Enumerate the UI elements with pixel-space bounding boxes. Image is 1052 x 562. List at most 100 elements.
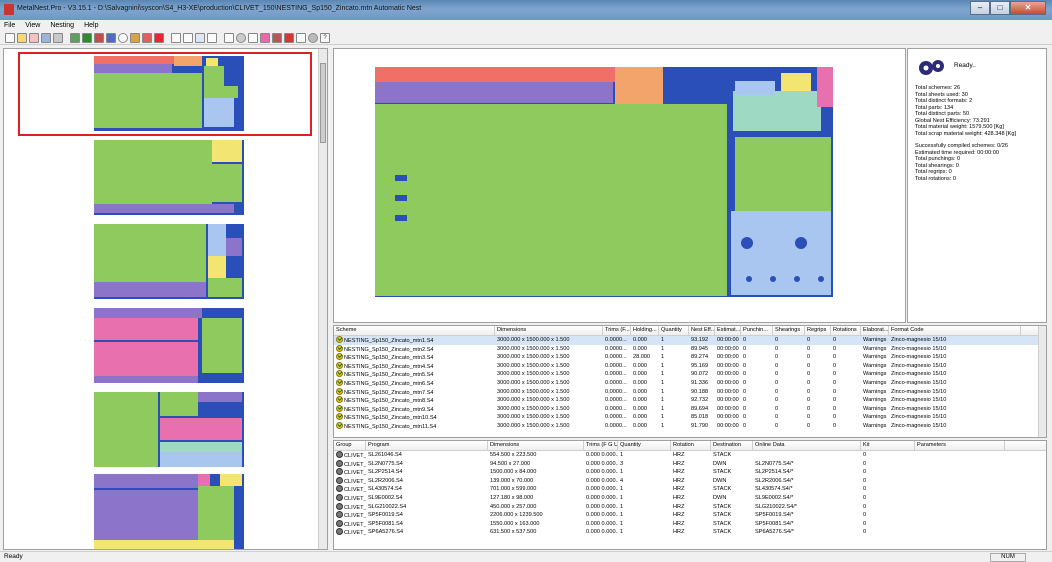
parts-table[interactable]: GroupProgramDimensionsTrims (F G U...Qua… — [333, 440, 1047, 550]
stop-icon[interactable] — [284, 33, 294, 43]
grid-red-icon[interactable] — [94, 33, 104, 43]
menu-help[interactable]: Help — [84, 20, 98, 32]
column-header[interactable]: Rotations — [831, 326, 861, 335]
schemes-thumbnail-list[interactable] — [3, 48, 328, 550]
pencil-icon[interactable] — [29, 33, 39, 43]
column-header[interactable]: Online Data — [753, 441, 861, 450]
table-row[interactable]: CLIVET_1...SL430574.S4 701.000 x 599.000 0… — [334, 485, 1046, 494]
table-row[interactable]: NESTING_Sp150_Zincato_mtn7.S4 3000.000 x … — [334, 387, 1046, 397]
column-header[interactable]: Nest Eff... — [689, 326, 715, 335]
column-header[interactable]: Elaborat... — [861, 326, 889, 335]
grid-icon[interactable] — [296, 33, 306, 43]
check-icon — [336, 336, 343, 343]
maximize-button[interactable]: □ — [990, 1, 1010, 15]
table-row[interactable]: CLIVET_1...SLG210022.S4 450.000 x 257.000… — [334, 502, 1046, 512]
new-icon[interactable] — [5, 33, 15, 43]
column-header[interactable]: Program — [366, 441, 488, 450]
window2-icon[interactable] — [183, 33, 193, 43]
part-icon — [336, 468, 343, 476]
table-row[interactable]: NESTING_Sp150_Zincato_mtn11.S4 3000.000 x… — [334, 421, 1046, 431]
table-cell: 1 — [661, 388, 665, 395]
table-cell: 91.790 — [691, 422, 709, 429]
table-row[interactable]: CLIVET_1...SL9E0002.S4 127.180 x 98.000 0.… — [334, 493, 1046, 503]
help-icon[interactable]: ? — [320, 33, 330, 43]
column-header[interactable]: Parameters — [915, 441, 1005, 450]
table-cell: HRZ — [673, 452, 685, 458]
check-icon — [336, 413, 343, 421]
table-cell: 0 — [775, 422, 779, 429]
column-header[interactable]: Shearings — [773, 326, 805, 335]
column-header[interactable]: Format Code — [889, 326, 1021, 335]
punch-icon[interactable] — [260, 33, 270, 43]
cut-icon[interactable] — [272, 33, 282, 43]
column-header[interactable]: Destination — [711, 441, 753, 450]
open-icon[interactable] — [17, 33, 27, 43]
disk-icon[interactable] — [308, 33, 318, 43]
menu-nesting[interactable]: Nesting — [50, 20, 74, 32]
column-header[interactable]: Dimensions — [495, 326, 603, 335]
table-cell: 0.000 — [633, 379, 647, 386]
circle-icon[interactable] — [118, 33, 128, 43]
table-row[interactable]: NESTING_Sp150_Zincato_mtn9.S4 3000.000 x … — [334, 404, 1046, 414]
column-header[interactable]: Quantity — [659, 326, 689, 335]
save-icon[interactable] — [41, 33, 51, 43]
table-row[interactable]: CLIVET_1...SL2N0775.S4 94.500 x 27.000 0.0… — [334, 459, 1046, 469]
layers-icon[interactable] — [53, 33, 63, 43]
menu-file[interactable]: File — [4, 20, 15, 32]
table-row[interactable]: NESTING_Sp150_Zincato_mtn3.S4 3000.000 x … — [334, 353, 1046, 362]
table-cell: 127.180 x 98.000 — [490, 494, 534, 501]
close-button[interactable]: ✕ — [1010, 1, 1046, 15]
menu-view[interactable]: View — [25, 20, 40, 32]
table-cell: HRZ — [673, 529, 685, 536]
table-row[interactable]: NESTING_Sp150_Zincato_mtn10.S4 3000.000 x… — [334, 413, 1046, 422]
column-header[interactable]: Holding... — [631, 326, 659, 335]
grid-blue-icon[interactable] — [106, 33, 116, 43]
table-row[interactable]: CLIVET_1...SP5F0019.S4 2206.000 x 1239.50… — [334, 511, 1046, 520]
thumbnail-scrollbar[interactable] — [318, 49, 327, 549]
arrow-icon[interactable] — [248, 33, 258, 43]
window-icon[interactable] — [171, 33, 181, 43]
column-header[interactable]: Kit — [861, 441, 915, 450]
table-row[interactable]: CLIVET_1...SL261046.S4 554.500 x 223.500 0… — [334, 451, 1046, 460]
table-cell: 91.336 — [691, 379, 709, 386]
table-cell: 0.000 — [633, 414, 647, 421]
table-cell: 89.694 — [691, 405, 709, 412]
table-icon[interactable] — [207, 33, 217, 43]
column-header[interactable]: Scheme — [334, 326, 495, 335]
export-icon[interactable] — [130, 33, 140, 43]
column-header[interactable]: Regrips — [805, 326, 831, 335]
part-green-main — [375, 104, 727, 296]
schemes-scrollbar[interactable] — [1038, 326, 1046, 437]
column-header[interactable]: Trims (F G U... — [584, 441, 618, 450]
column-header[interactable]: Punchin... — [741, 326, 773, 335]
column-header[interactable]: Estimat... — [715, 326, 741, 335]
table-row[interactable]: CLIVET_1...SP5F0081.S4 1550.000 x 163.000… — [334, 519, 1046, 529]
flag-icon[interactable] — [142, 33, 152, 43]
table-row[interactable]: NESTING_Sp150_Zincato_mtn4.S4 3000.000 x … — [334, 361, 1046, 371]
table-cell: 0 — [775, 337, 779, 343]
table-row[interactable]: CLIVET_1...SL2R2006.S4 139.000 x 70.000 0.… — [334, 476, 1046, 486]
column-header[interactable]: Quantity — [618, 441, 671, 450]
table-row[interactable]: NESTING_Sp150_Zincato_mtn8.S4 3000.000 x … — [334, 396, 1046, 405]
table-row[interactable]: CLIVET_1...SL2P2514.S4 1500.000 x 84.000 0… — [334, 468, 1046, 477]
document-icon[interactable] — [224, 33, 234, 43]
grid-green-icon[interactable] — [82, 33, 92, 43]
nest-preview[interactable] — [333, 48, 906, 323]
table-cell: 0 — [833, 422, 837, 429]
table-row[interactable]: CLIVET_1...SP6A5276.S4 631.500 x 537.500 0… — [334, 528, 1046, 537]
table-row[interactable]: NESTING_Sp150_Zincato_mtn6.S4 3000.000 x … — [334, 378, 1046, 388]
gear-tool-icon[interactable] — [236, 33, 246, 43]
nest-icon[interactable] — [70, 33, 80, 43]
table-cell: 0.0000... — [605, 405, 627, 412]
column-header[interactable]: Trims (F... — [603, 326, 631, 335]
table-row[interactable]: NESTING_Sp150_Zincato_mtn1.S4 3000.000 x … — [334, 336, 1046, 345]
minimize-button[interactable]: – — [970, 1, 990, 15]
schemes-table[interactable]: Scheme Dimensions Trims (F... Holding... Qua… — [333, 325, 1047, 438]
column-header[interactable]: Group — [334, 441, 366, 450]
table-row[interactable]: NESTING_Sp150_Zincato_mtn2.S4 3000.000 x … — [334, 344, 1046, 354]
zoom-icon[interactable] — [195, 33, 205, 43]
column-header[interactable]: Dimensions — [488, 441, 584, 450]
alert-icon[interactable] — [154, 33, 164, 43]
column-header[interactable]: Rotation — [671, 441, 711, 450]
table-row[interactable]: NESTING_Sp150_Zincato_mtn5.S4 3000.000 x … — [334, 370, 1046, 379]
